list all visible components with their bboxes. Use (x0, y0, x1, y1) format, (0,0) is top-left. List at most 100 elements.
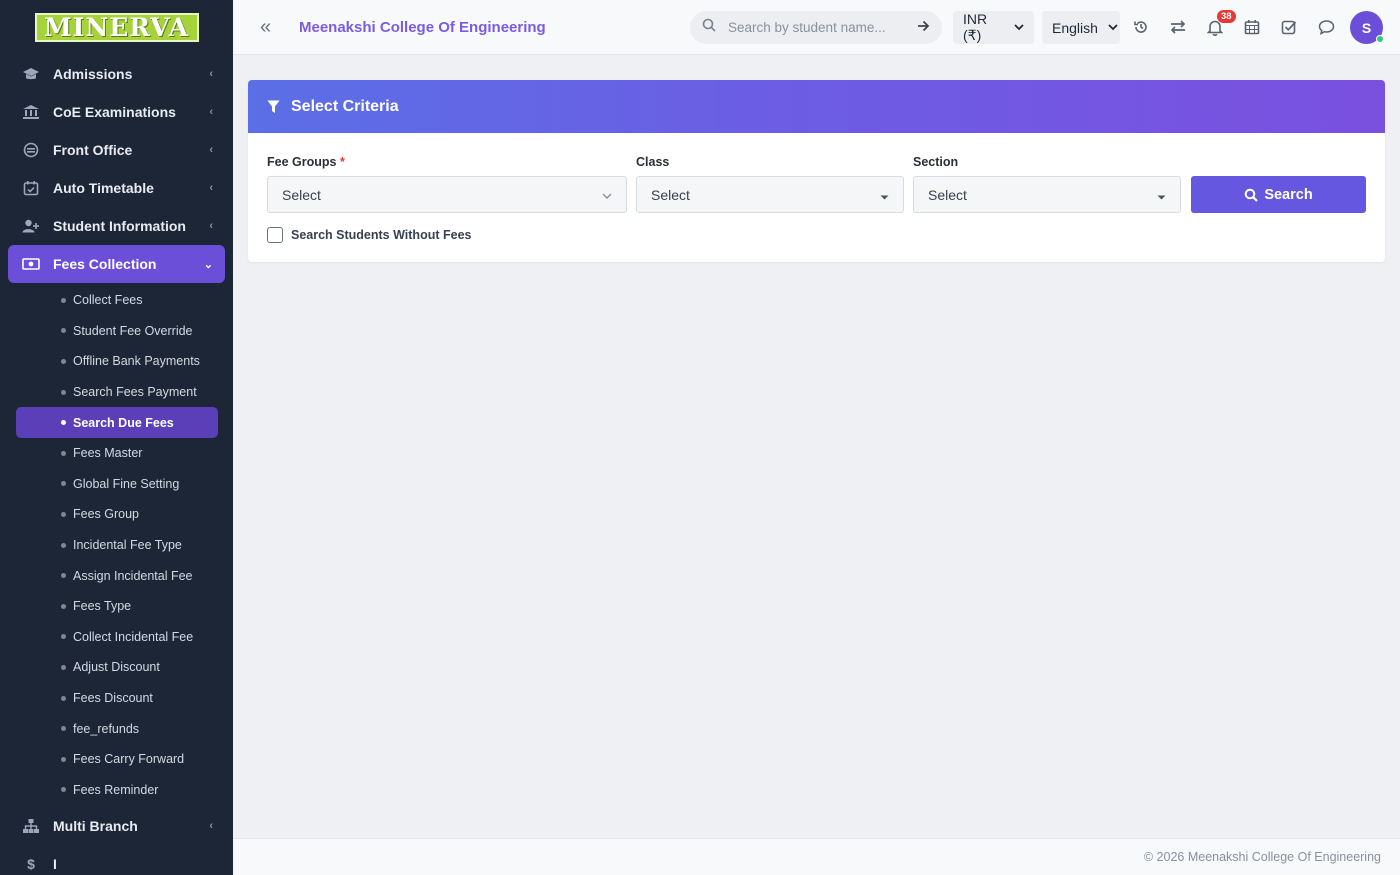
sidebar-nav: Admissions ‹ CoE Examinations ‹ Front Of… (0, 55, 233, 283)
notification-badge: 38 (1217, 10, 1236, 23)
fee-groups-label: Fee Groups * (267, 155, 345, 169)
chevron-left-icon: ‹ (209, 68, 213, 80)
chevron-left-icon: ‹ (209, 144, 213, 156)
chevron-left-icon: ‹ (209, 182, 213, 194)
sidebar-item-auto-timetable[interactable]: Auto Timetable ‹ (8, 169, 225, 207)
submenu-item-fees-reminder[interactable]: Fees Reminder (16, 775, 218, 806)
submenu-item-global-fine-setting[interactable]: Global Fine Setting (16, 469, 218, 500)
fee-groups-select[interactable]: Select (267, 176, 627, 213)
card-title: Select Criteria (291, 97, 399, 115)
history-icon[interactable] (1130, 16, 1152, 38)
calendar-icon[interactable] (1241, 16, 1263, 38)
student-search-input[interactable] (728, 20, 917, 35)
without-fees-label: Search Students Without Fees (291, 228, 472, 242)
section-value: Select (928, 186, 967, 203)
chat-icon[interactable] (1315, 16, 1337, 38)
submenu-item-fees-carry-forward[interactable]: Fees Carry Forward (16, 744, 218, 775)
submenu-item-incidental-fee-type[interactable]: Incidental Fee Type (16, 530, 218, 561)
search-button-label: Search (1264, 186, 1313, 203)
chevron-left-icon: ‹ (209, 820, 213, 833)
chevron-down-icon (1108, 22, 1118, 34)
calendar-check-icon (22, 179, 40, 197)
sidebar-item-label: Student Information (53, 218, 186, 234)
submenu-item-label: Student Fee Override (73, 323, 193, 338)
money-icon (22, 255, 40, 273)
submenu-item-offline-bank-payments[interactable]: Offline Bank Payments (16, 346, 218, 377)
submenu-item-label: Adjust Discount (73, 660, 160, 675)
sidebar-item-partial[interactable]: $ I (8, 845, 225, 875)
chevron-left-icon: ‹ (209, 220, 213, 232)
required-marker: * (339, 155, 345, 169)
sidebar-item-front-office[interactable]: Front Office ‹ (8, 131, 225, 169)
submenu-item-label: Fees Master (73, 446, 143, 461)
bell-icon[interactable]: 38 (1204, 10, 1236, 38)
submenu-item-collect-incidental-fee[interactable]: Collect Incidental Fee (16, 622, 218, 653)
copyright-text: © 2026 Meenakshi College Of Engineering (1143, 850, 1381, 864)
sidebar-item-label: CoE Examinations (53, 104, 176, 120)
student-search-box (690, 11, 942, 44)
submenu-item-fees-discount[interactable]: Fees Discount (16, 683, 218, 714)
submenu-item-label: Assign Incidental Fee (73, 568, 193, 583)
fee-groups-label-text: Fee Groups (267, 155, 337, 169)
arrow-right-icon[interactable] (917, 19, 930, 37)
caret-down-icon (880, 187, 889, 203)
class-label: Class (636, 155, 670, 169)
top-bar: « Meenakshi College Of Engineering INR (… (233, 0, 1400, 55)
task-check-icon[interactable] (1278, 16, 1300, 38)
fees-collection-submenu: Collect Fees Student Fee Override Offlin… (0, 283, 233, 807)
submenu-item-search-due-fees[interactable]: Search Due Fees (16, 407, 218, 438)
submenu-item-label: Fees Group (73, 507, 140, 522)
class-value: Select (651, 186, 690, 203)
submenu-item-label: Fees Discount (73, 691, 153, 706)
graduation-cap-icon (22, 65, 40, 83)
filter-icon (267, 100, 280, 114)
submenu-item-assign-incidental-fee[interactable]: Assign Incidental Fee (16, 560, 218, 591)
sidebar-item-label: Auto Timetable (53, 180, 154, 196)
sidebar-item-coe-examinations[interactable]: CoE Examinations ‹ (8, 93, 225, 131)
sidebar-item-multi-branch[interactable]: Multi Branch ‹ (8, 807, 225, 845)
footer: © 2026 Meenakshi College Of Engineering (233, 838, 1400, 875)
submenu-item-student-fee-override[interactable]: Student Fee Override (16, 316, 218, 347)
currency-select[interactable]: INR (₹) (953, 11, 1034, 44)
sidebar-item-label: I (53, 856, 57, 873)
without-fees-checkbox-row[interactable]: Search Students Without Fees (267, 227, 471, 243)
search-button[interactable]: Search (1191, 176, 1366, 213)
chevron-down-icon (602, 187, 612, 203)
submenu-item-label: Fees Type (73, 599, 132, 614)
sidebar-nav-lower: Multi Branch ‹ $ I (0, 807, 233, 875)
reception-icon (22, 141, 40, 159)
submenu-item-label: Fees Carry Forward (73, 752, 185, 767)
submenu-item-search-fees-payment[interactable]: Search Fees Payment (16, 377, 218, 408)
online-status-dot (1376, 35, 1384, 43)
submenu-item-label: Offline Bank Payments (73, 354, 200, 369)
college-name[interactable]: Meenakshi College Of Engineering (299, 19, 546, 36)
brand-logo[interactable]: MINERVA (34, 13, 199, 42)
class-select[interactable]: Select (636, 176, 904, 213)
submenu-item-fees-group[interactable]: Fees Group (16, 499, 218, 530)
swap-icon[interactable] (1167, 16, 1189, 38)
section-select[interactable]: Select (913, 176, 1181, 213)
sidebar-item-fees-collection[interactable]: Fees Collection ⌄ (8, 245, 225, 283)
sidebar-item-admissions[interactable]: Admissions ‹ (8, 55, 225, 93)
language-select[interactable]: English (1042, 11, 1120, 44)
currency-value: INR (₹) (963, 11, 988, 43)
submenu-item-fee-refunds[interactable]: fee_refunds (16, 713, 218, 744)
submenu-item-label: Collect Incidental Fee (73, 629, 194, 644)
logo-area: MINERVA (0, 0, 233, 55)
select-criteria-card: Select Criteria Fee Groups * Select Clas… (248, 80, 1385, 262)
collapse-sidebar-icon[interactable]: « (260, 16, 280, 39)
chevron-left-icon: ‹ (209, 106, 213, 118)
submenu-item-fees-type[interactable]: Fees Type (16, 591, 218, 622)
sidebar-item-label: Fees Collection (53, 256, 157, 272)
submenu-item-collect-fees[interactable]: Collect Fees (16, 285, 218, 316)
without-fees-checkbox[interactable] (267, 227, 283, 243)
submenu-item-label: Global Fine Setting (73, 476, 180, 491)
sidebar-item-student-information[interactable]: Student Information ‹ (8, 207, 225, 245)
submenu-item-label: Incidental Fee Type (73, 538, 182, 553)
bank-icon (22, 103, 40, 121)
avatar-initial: S (1361, 19, 1372, 36)
submenu-item-fees-master[interactable]: Fees Master (16, 438, 218, 469)
avatar[interactable]: S (1350, 11, 1384, 44)
submenu-item-adjust-discount[interactable]: Adjust Discount (16, 652, 218, 683)
submenu-item-label: Search Due Fees (73, 415, 174, 430)
